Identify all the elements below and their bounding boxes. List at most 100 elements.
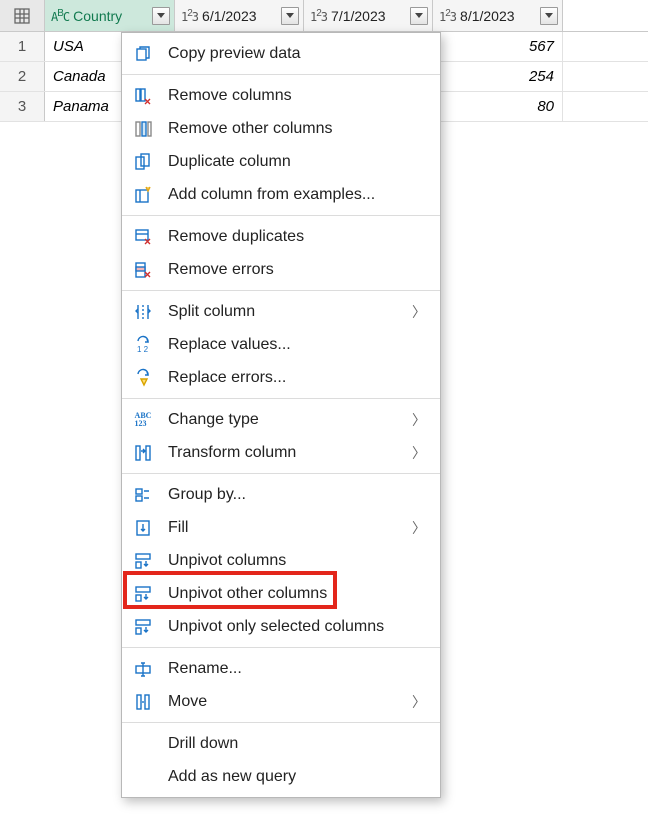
menu-label: Replace values... xyxy=(168,336,426,354)
menu-separator xyxy=(122,74,440,75)
menu-label: Unpivot columns xyxy=(168,552,426,570)
unpivot-icon xyxy=(132,550,154,572)
menu-separator xyxy=(122,215,440,216)
menu-separator xyxy=(122,647,440,648)
menu-replace-errors[interactable]: Replace errors... xyxy=(122,361,440,394)
unpivot-selected-icon xyxy=(132,616,154,638)
menu-move[interactable]: Move 〉 xyxy=(122,685,440,718)
change-type-icon: ABC123 xyxy=(132,409,154,431)
menu-separator xyxy=(122,398,440,399)
filter-button[interactable] xyxy=(540,7,558,25)
chevron-right-icon: 〉 xyxy=(412,443,426,463)
menu-fill[interactable]: Fill 〉 xyxy=(122,511,440,544)
unpivot-other-icon xyxy=(132,583,154,605)
table-icon xyxy=(13,7,31,25)
menu-separator xyxy=(122,722,440,723)
cell-8-1[interactable]: 80 xyxy=(433,92,563,121)
menu-unpivot-columns[interactable]: Unpivot columns xyxy=(122,544,440,577)
menu-remove-columns[interactable]: Remove columns xyxy=(122,79,440,112)
menu-transform-column[interactable]: Transform column 〉 xyxy=(122,436,440,469)
number-type-icon: 123 xyxy=(439,8,456,24)
remove-columns-icon xyxy=(132,85,154,107)
number-type-icon: 123 xyxy=(181,8,198,24)
menu-label: Remove duplicates xyxy=(168,228,426,246)
menu-separator xyxy=(122,290,440,291)
menu-label: Add as new query xyxy=(168,768,426,786)
menu-change-type[interactable]: ABC123 Change type 〉 xyxy=(122,403,440,436)
menu-unpivot-other-columns[interactable]: Unpivot other columns xyxy=(122,577,440,610)
menu-label: Remove other columns xyxy=(168,120,426,138)
select-all-cell[interactable] xyxy=(0,0,45,31)
menu-duplicate-column[interactable]: Duplicate column xyxy=(122,145,440,178)
row-number[interactable]: 3 xyxy=(0,92,45,121)
menu-label: Unpivot only selected columns xyxy=(168,618,426,636)
column-name: Country xyxy=(73,8,152,24)
filter-button[interactable] xyxy=(410,7,428,25)
row-number[interactable]: 1 xyxy=(0,32,45,61)
rename-icon xyxy=(132,658,154,680)
menu-label: Drill down xyxy=(168,735,426,753)
cell-8-1[interactable]: 254 xyxy=(433,62,563,91)
column-header-country[interactable]: ABC Country xyxy=(45,0,175,31)
blank-icon xyxy=(132,766,154,788)
menu-label: Replace errors... xyxy=(168,369,426,387)
menu-label: Rename... xyxy=(168,660,426,678)
menu-label: Change type xyxy=(168,411,412,429)
replace-values-icon: 1 2 xyxy=(132,334,154,356)
menu-copy-preview-data[interactable]: Copy preview data xyxy=(122,37,440,70)
menu-add-as-new-query[interactable]: Add as new query xyxy=(122,760,440,793)
menu-drill-down[interactable]: Drill down xyxy=(122,727,440,760)
transform-column-icon xyxy=(132,442,154,464)
menu-remove-errors[interactable]: Remove errors xyxy=(122,253,440,286)
filter-button[interactable] xyxy=(281,7,299,25)
number-type-icon: 123 xyxy=(310,8,327,24)
menu-replace-values[interactable]: 1 2 Replace values... xyxy=(122,328,440,361)
menu-label: Split column xyxy=(168,303,412,321)
remove-duplicates-icon xyxy=(132,226,154,248)
menu-split-column[interactable]: Split column 〉 xyxy=(122,295,440,328)
copy-icon xyxy=(132,43,154,65)
menu-unpivot-only-selected-columns[interactable]: Unpivot only selected columns xyxy=(122,610,440,643)
add-from-examples-icon xyxy=(132,184,154,206)
cell-8-1[interactable]: 567 xyxy=(433,32,563,61)
column-name: 7/1/2023 xyxy=(331,8,410,24)
column-context-menu: Copy preview data Remove columns Remove … xyxy=(121,32,441,798)
move-icon xyxy=(132,691,154,713)
text-type-icon: ABC xyxy=(51,8,69,24)
menu-remove-other-columns[interactable]: Remove other columns xyxy=(122,112,440,145)
column-header-6-1-2023[interactable]: 123 6/1/2023 xyxy=(175,0,304,31)
row-number[interactable]: 2 xyxy=(0,62,45,91)
menu-label: Copy preview data xyxy=(168,45,426,63)
menu-label: Duplicate column xyxy=(168,153,426,171)
svg-text:1 2: 1 2 xyxy=(137,345,149,354)
remove-other-columns-icon xyxy=(132,118,154,140)
menu-label: Remove columns xyxy=(168,87,426,105)
filter-button[interactable] xyxy=(152,7,170,25)
blank-icon xyxy=(132,733,154,755)
replace-errors-icon xyxy=(132,367,154,389)
column-header-7-1-2023[interactable]: 123 7/1/2023 xyxy=(304,0,433,31)
duplicate-icon xyxy=(132,151,154,173)
remove-errors-icon xyxy=(132,259,154,281)
chevron-right-icon: 〉 xyxy=(412,518,426,538)
group-by-icon xyxy=(132,484,154,506)
menu-label: Add column from examples... xyxy=(168,186,426,204)
split-column-icon xyxy=(132,301,154,323)
menu-separator xyxy=(122,473,440,474)
menu-label: Fill xyxy=(168,519,412,537)
menu-rename[interactable]: Rename... xyxy=(122,652,440,685)
menu-label: Unpivot other columns xyxy=(168,585,426,603)
fill-icon xyxy=(132,517,154,539)
column-header-8-1-2023[interactable]: 123 8/1/2023 xyxy=(433,0,563,31)
menu-group-by[interactable]: Group by... xyxy=(122,478,440,511)
column-name: 6/1/2023 xyxy=(202,8,281,24)
menu-label: Group by... xyxy=(168,486,426,504)
menu-label: Remove errors xyxy=(168,261,426,279)
menu-label: Transform column xyxy=(168,444,412,462)
column-header-row: ABC Country 123 6/1/2023 123 7/1/2023 12… xyxy=(0,0,648,32)
chevron-right-icon: 〉 xyxy=(412,692,426,712)
menu-label: Move xyxy=(168,693,412,711)
menu-remove-duplicates[interactable]: Remove duplicates xyxy=(122,220,440,253)
menu-add-column-from-examples[interactable]: Add column from examples... xyxy=(122,178,440,211)
chevron-right-icon: 〉 xyxy=(412,410,426,430)
